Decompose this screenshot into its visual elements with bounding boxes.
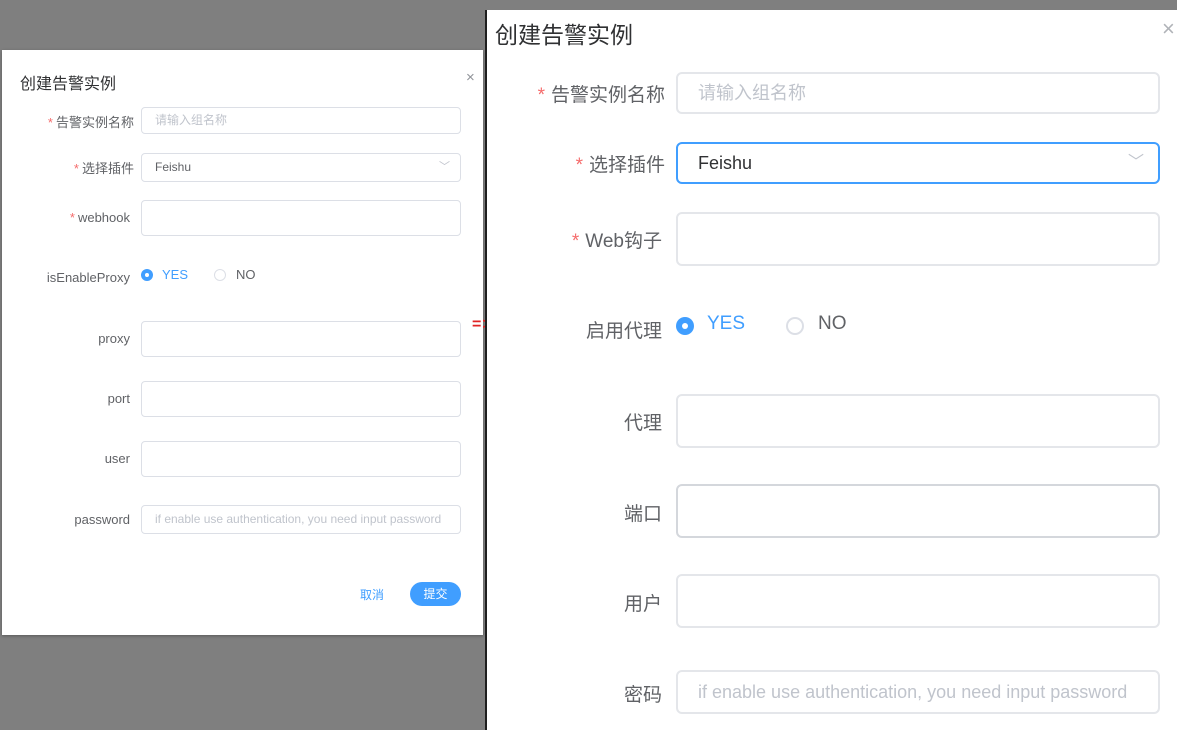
label-text: 告警实例名称 bbox=[55, 115, 134, 130]
webhook-input[interactable] bbox=[676, 212, 1160, 266]
required-mark: * bbox=[47, 115, 53, 130]
field-label-user: 用户 bbox=[623, 594, 662, 615]
label-text: 告警实例名称 bbox=[550, 85, 665, 106]
label-text: 选择插件 bbox=[81, 161, 134, 176]
field-label-port: port bbox=[107, 391, 130, 406]
user-input[interactable] bbox=[676, 574, 1160, 628]
submit-button[interactable]: 提交 bbox=[410, 582, 461, 606]
field-label-plugin: * 选择插件 bbox=[490, 150, 665, 177]
field-label-name: * 告警实例名称 bbox=[490, 80, 665, 107]
radio-yes-label[interactable]: YES bbox=[707, 313, 745, 335]
radio-yes[interactable] bbox=[141, 269, 153, 281]
input-placeholder: if enable use authentication, you need i… bbox=[155, 512, 442, 526]
cancel-button[interactable]: 取消 bbox=[360, 586, 384, 603]
password-input[interactable]: if enable use authentication, you need i… bbox=[676, 670, 1160, 714]
close-icon[interactable]: × bbox=[466, 70, 475, 85]
field-label-plugin: * 选择插件 bbox=[6, 158, 134, 177]
label-text: webhook bbox=[77, 210, 130, 225]
radio-no[interactable] bbox=[786, 317, 804, 335]
radio-no-label[interactable]: NO bbox=[236, 267, 256, 282]
field-label-proxy: 代理 bbox=[623, 413, 662, 434]
field-label-password: 密码 bbox=[623, 685, 662, 706]
create-alert-dialog-translated: 创建告警实例 × * 告警实例名称 请输入组名称 * 选择插件 Feishu ﹀ *… bbox=[485, 10, 1177, 730]
chevron-down-icon: ﹀ bbox=[1127, 154, 1144, 171]
required-mark: * bbox=[73, 161, 79, 176]
field-label-proxy: proxy bbox=[98, 331, 130, 346]
radio-no-label[interactable]: NO bbox=[818, 313, 847, 335]
required-mark: * bbox=[571, 231, 580, 252]
user-input[interactable] bbox=[141, 441, 461, 477]
field-label-webhook: * webhook bbox=[2, 210, 130, 225]
select-value: Feishu bbox=[155, 160, 192, 174]
field-label-password: password bbox=[74, 512, 130, 527]
plugin-select[interactable]: Feishu ﹀ bbox=[141, 153, 461, 182]
required-mark: * bbox=[537, 85, 545, 106]
alert-name-input[interactable]: 请输入组名称 bbox=[141, 107, 461, 134]
alert-name-input[interactable]: 请输入组名称 bbox=[676, 72, 1160, 114]
chevron-down-icon: ﹀ bbox=[439, 161, 450, 173]
plugin-select[interactable]: Feishu ﹀ bbox=[676, 142, 1160, 184]
dialog-title: 创建告警实例 bbox=[495, 22, 633, 48]
dialog-title: 创建告警实例 bbox=[20, 76, 117, 93]
radio-no[interactable] bbox=[214, 269, 226, 281]
password-input[interactable]: if enable use authentication, you need i… bbox=[141, 505, 461, 534]
radio-yes[interactable] bbox=[676, 317, 694, 335]
port-input[interactable] bbox=[141, 381, 461, 417]
required-mark: * bbox=[69, 210, 75, 225]
field-label-name: * 告警实例名称 bbox=[6, 112, 134, 131]
field-label-webhook: * Web钩子 bbox=[487, 226, 662, 253]
field-label-user: user bbox=[104, 451, 130, 466]
input-placeholder: 请输入组名称 bbox=[698, 83, 806, 103]
select-value: Feishu bbox=[698, 153, 753, 173]
label-text: 选择插件 bbox=[588, 155, 665, 176]
create-alert-dialog-original: 创建告警实例 × * 告警实例名称 请输入组名称 * 选择插件 Feishu ﹀ *… bbox=[2, 50, 483, 635]
port-input[interactable] bbox=[676, 484, 1160, 538]
input-placeholder: 请输入组名称 bbox=[155, 113, 228, 127]
proxy-input[interactable] bbox=[141, 321, 461, 357]
required-mark: * bbox=[575, 155, 583, 176]
field-label-proxy-enable: 启用代理 bbox=[585, 321, 662, 342]
proxy-input[interactable] bbox=[676, 394, 1160, 448]
close-icon[interactable]: × bbox=[1162, 16, 1175, 42]
radio-yes-label[interactable]: YES bbox=[162, 267, 188, 282]
label-text: Web钩子 bbox=[585, 231, 662, 252]
webhook-input[interactable] bbox=[141, 200, 461, 236]
field-label-port: 端口 bbox=[623, 504, 662, 525]
field-label-proxy-enable: isEnableProxy bbox=[46, 270, 130, 285]
input-placeholder: if enable use authentication, you need i… bbox=[698, 682, 1128, 702]
